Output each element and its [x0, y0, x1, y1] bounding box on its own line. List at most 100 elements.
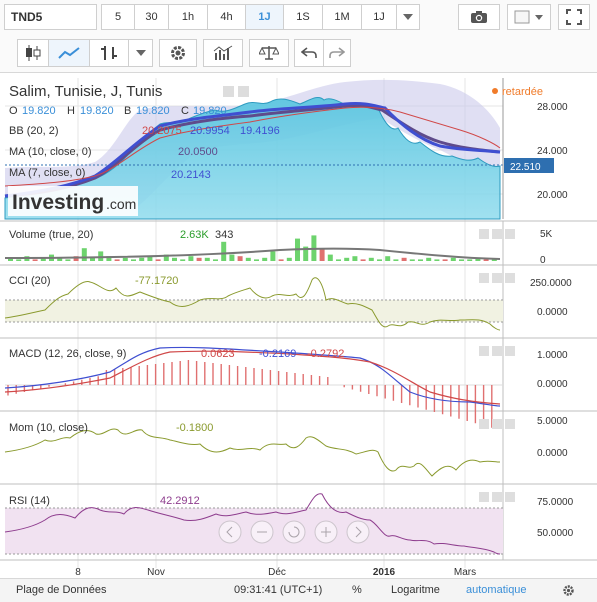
timeframe-1j-more[interactable]: 1J: [361, 4, 397, 30]
watermark-suffix: .com: [106, 196, 136, 212]
chart-toolbar: [0, 34, 597, 73]
current-price-value: 22.510: [510, 162, 541, 173]
volume-bar: [352, 256, 358, 261]
volume-bar: [204, 257, 210, 261]
bb-value-2: 20.9954: [190, 125, 230, 137]
scroll-left-button[interactable]: [218, 520, 242, 544]
macd-panel: MACD (12, 26, close, 9) 0.0623 -0.2169 -…: [4, 346, 568, 428]
log-toggle[interactable]: Logaritme: [391, 584, 440, 596]
scroll-right-button[interactable]: [346, 520, 370, 544]
volume-label: Volume (true, 20): [9, 229, 93, 241]
panel-down-icon: [492, 229, 502, 239]
ma10-label: MA (10, close, 0): [9, 146, 92, 158]
fullscreen-button[interactable]: [558, 4, 590, 30]
color-picker-button[interactable]: [507, 4, 551, 30]
price-tick: 20.000: [537, 190, 568, 201]
chevron-down-icon: [403, 14, 413, 20]
redo-icon: [329, 47, 345, 58]
time-tick: 8: [75, 567, 81, 578]
chart-area[interactable]: 28.000 24.000 20.000 22.510 Salim, Tunis…: [0, 72, 597, 578]
panel-close-icon: [505, 492, 515, 502]
timeframe-1s[interactable]: 1S: [283, 4, 323, 30]
panel-down-icon: [492, 492, 502, 502]
percent-toggle[interactable]: %: [352, 584, 362, 596]
rsi-tick: 50.0000: [537, 528, 574, 539]
reset-zoom-button[interactable]: [282, 520, 306, 544]
volume-bar: [122, 257, 128, 261]
screenshot-button[interactable]: [458, 4, 500, 30]
time-tick: 2016: [373, 567, 396, 578]
legend-settings-icon[interactable]: [223, 86, 234, 97]
scale-icon: [259, 46, 279, 60]
chart-type-dropdown[interactable]: [128, 39, 153, 67]
timeframe-1j[interactable]: 1J: [245, 4, 284, 30]
volume-bar: [237, 256, 243, 261]
panel-up-icon: [479, 229, 489, 239]
volume-bar: [327, 254, 333, 261]
timeframe-5[interactable]: 5: [101, 4, 135, 30]
timeframe-1m[interactable]: 1M: [322, 4, 362, 30]
indicators-button[interactable]: [203, 39, 243, 67]
volume-bar: [65, 259, 71, 261]
panel-down-icon: [492, 419, 502, 429]
volume-bar: [196, 257, 202, 261]
area-chart-button[interactable]: [48, 39, 90, 67]
settings-button[interactable]: [159, 39, 197, 67]
camera-icon: [471, 11, 487, 23]
volume-bar: [483, 259, 489, 261]
cci-panel: CCI (20) -77.1720 250.0000 0.0000: [4, 275, 572, 331]
redo-button[interactable]: [323, 39, 351, 67]
timeframe-30[interactable]: 30: [134, 4, 169, 30]
volume-bar: [426, 257, 432, 261]
legend-close-icon[interactable]: [238, 86, 249, 97]
time-tick: Mars: [454, 567, 476, 578]
volume-bar: [213, 259, 218, 261]
data-range-button[interactable]: Plage de Données: [16, 584, 107, 596]
panel-up-icon: [479, 346, 489, 356]
ma7-value: 20.2143: [171, 169, 211, 181]
volume-bar: [385, 256, 391, 261]
volume-bar: [409, 259, 415, 261]
mom-value: -0.1800: [176, 422, 213, 434]
panel-up-icon: [479, 492, 489, 502]
compare-button[interactable]: [249, 39, 289, 67]
cci-tick: 0.0000: [537, 307, 568, 318]
timeframe-1h[interactable]: 1h: [168, 4, 208, 30]
bb-label: BB (20, 2): [9, 125, 59, 137]
mom-tick: 5.0000: [537, 416, 568, 427]
rsi-value: 42.2912: [160, 495, 200, 507]
ohlc-close: 19.820: [193, 105, 227, 117]
ohlc-c-label: C: [181, 105, 189, 117]
candlestick-button[interactable]: [17, 39, 49, 67]
volume-bar: [188, 256, 194, 261]
footer-settings-button[interactable]: [562, 584, 575, 600]
volume-tick: 5K: [540, 229, 553, 240]
panel-close-icon: [505, 273, 515, 283]
cci-tick: 250.0000: [530, 278, 572, 289]
volume-bar: [278, 259, 284, 261]
panel-down-icon: [492, 346, 502, 356]
volume-bar: [450, 257, 456, 261]
macd-tick: 1.0000: [537, 350, 568, 361]
auto-scale-toggle[interactable]: automatique: [466, 584, 527, 596]
timeframe-dropdown[interactable]: [396, 4, 420, 30]
volume-bar: [401, 257, 407, 261]
volume-bar: [418, 259, 423, 261]
mom-label: Mom (10, close): [9, 422, 88, 434]
cci-label: CCI (20): [9, 275, 51, 287]
rsi-label: RSI (14): [9, 495, 50, 507]
volume-bar: [319, 248, 325, 261]
price-tick: 28.000: [537, 102, 568, 113]
panel-close-icon: [505, 346, 515, 356]
symbol-selector[interactable]: TND5: [4, 4, 97, 30]
chart-canvas[interactable]: 28.000 24.000 20.000 22.510 Salim, Tunis…: [0, 72, 597, 578]
timeframe-4h[interactable]: 4h: [207, 4, 246, 30]
undo-button[interactable]: [294, 39, 324, 67]
volume-bar: [245, 257, 251, 261]
chevron-down-icon: [135, 50, 146, 56]
ohlc-open: 19.820: [22, 105, 56, 117]
volume-bar: [344, 257, 350, 261]
volume-bar: [98, 251, 104, 261]
bar-chart-button[interactable]: [89, 39, 129, 67]
volume-bar: [434, 259, 440, 261]
